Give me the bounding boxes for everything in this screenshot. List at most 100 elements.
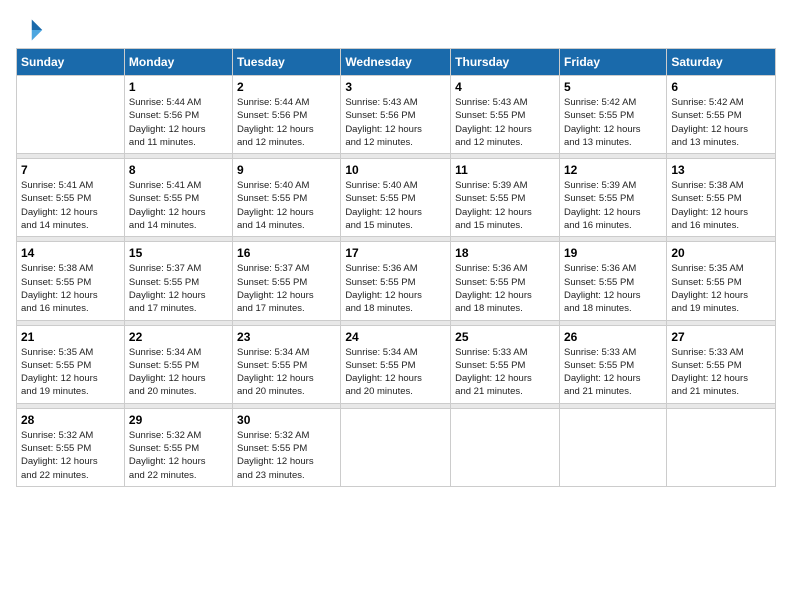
day-info: Sunrise: 5:32 AM Sunset: 5:55 PM Dayligh… — [237, 429, 336, 482]
calendar-cell: 25 Sunrise: 5:33 AM Sunset: 5:55 PM Dayli… — [451, 325, 560, 403]
day-info: Sunrise: 5:33 AM Sunset: 5:55 PM Dayligh… — [455, 346, 555, 399]
day-number: 4 — [455, 80, 555, 94]
header-cell-wednesday: Wednesday — [341, 49, 451, 76]
day-info: Sunrise: 5:32 AM Sunset: 5:55 PM Dayligh… — [129, 429, 228, 482]
calendar-cell: 30 Sunrise: 5:32 AM Sunset: 5:55 PM Dayli… — [233, 408, 341, 486]
header-cell-monday: Monday — [124, 49, 232, 76]
day-info: Sunrise: 5:36 AM Sunset: 5:55 PM Dayligh… — [455, 262, 555, 315]
calendar-cell: 15Sunrise: 5:37 AM Sunset: 5:55 PM Dayli… — [124, 242, 232, 320]
day-number: 9 — [237, 163, 336, 177]
header-cell-saturday: Saturday — [667, 49, 776, 76]
day-number: 2 — [237, 80, 336, 94]
day-number: 8 — [129, 163, 228, 177]
calendar-cell — [17, 76, 125, 154]
day-number: 14 — [21, 246, 120, 260]
day-info: Sunrise: 5:41 AM Sunset: 5:55 PM Dayligh… — [21, 179, 120, 232]
header-row: SundayMondayTuesdayWednesdayThursdayFrid… — [17, 49, 776, 76]
day-info: Sunrise: 5:43 AM Sunset: 5:56 PM Dayligh… — [345, 96, 446, 149]
week-row-3: 14 Sunrise: 5:38 AM Sunset: 5:55 PM Dayli… — [17, 242, 776, 320]
header-cell-friday: Friday — [559, 49, 666, 76]
header-cell-thursday: Thursday — [451, 49, 560, 76]
week-row-4: 21Sunrise: 5:35 AM Sunset: 5:55 PM Dayli… — [17, 325, 776, 403]
logo-icon — [16, 16, 44, 44]
calendar-cell: 6 Sunrise: 5:42 AM Sunset: 5:55 PM Daylig… — [667, 76, 776, 154]
day-info: Sunrise: 5:42 AM Sunset: 5:55 PM Dayligh… — [564, 96, 662, 149]
day-number: 20 — [671, 246, 771, 260]
calendar-cell: 1 Sunrise: 5:44 AM Sunset: 5:56 PM Daylig… — [124, 76, 232, 154]
day-number: 27 — [671, 330, 771, 344]
calendar-cell: 18 Sunrise: 5:36 AM Sunset: 5:55 PM Dayli… — [451, 242, 560, 320]
calendar-cell: 21Sunrise: 5:35 AM Sunset: 5:55 PM Dayli… — [17, 325, 125, 403]
day-info: Sunrise: 5:36 AM Sunset: 5:55 PM Dayligh… — [345, 262, 446, 315]
calendar-cell: 16 Sunrise: 5:37 AM Sunset: 5:55 PM Dayli… — [233, 242, 341, 320]
day-info: Sunrise: 5:35 AM Sunset: 5:55 PM Dayligh… — [671, 262, 771, 315]
day-info: Sunrise: 5:33 AM Sunset: 5:55 PM Dayligh… — [564, 346, 662, 399]
day-number: 3 — [345, 80, 446, 94]
calendar-cell: 8 Sunrise: 5:41 AM Sunset: 5:55 PM Daylig… — [124, 159, 232, 237]
day-info: Sunrise: 5:34 AM Sunset: 5:55 PM Dayligh… — [129, 346, 228, 399]
calendar-cell: 24 Sunrise: 5:34 AM Sunset: 5:55 PM Dayli… — [341, 325, 451, 403]
day-info: Sunrise: 5:40 AM Sunset: 5:55 PM Dayligh… — [237, 179, 336, 232]
day-info: Sunrise: 5:39 AM Sunset: 5:55 PM Dayligh… — [564, 179, 662, 232]
day-number: 13 — [671, 163, 771, 177]
day-number: 17 — [345, 246, 446, 260]
week-row-5: 28 Sunrise: 5:32 AM Sunset: 5:55 PM Dayli… — [17, 408, 776, 486]
day-info: Sunrise: 5:36 AM Sunset: 5:55 PM Dayligh… — [564, 262, 662, 315]
day-info: Sunrise: 5:41 AM Sunset: 5:55 PM Dayligh… — [129, 179, 228, 232]
calendar-cell: 13Sunrise: 5:38 AM Sunset: 5:55 PM Dayli… — [667, 159, 776, 237]
calendar-cell — [667, 408, 776, 486]
day-info: Sunrise: 5:44 AM Sunset: 5:56 PM Dayligh… — [237, 96, 336, 149]
page-header — [16, 16, 776, 44]
calendar-cell: 10 Sunrise: 5:40 AM Sunset: 5:55 PM Dayli… — [341, 159, 451, 237]
calendar-cell: 22Sunrise: 5:34 AM Sunset: 5:55 PM Dayli… — [124, 325, 232, 403]
day-info: Sunrise: 5:33 AM Sunset: 5:55 PM Dayligh… — [671, 346, 771, 399]
day-number: 1 — [129, 80, 228, 94]
logo — [16, 16, 48, 44]
calendar-cell: 19 Sunrise: 5:36 AM Sunset: 5:55 PM Dayli… — [559, 242, 666, 320]
day-number: 10 — [345, 163, 446, 177]
calendar-cell: 11 Sunrise: 5:39 AM Sunset: 5:55 PM Dayli… — [451, 159, 560, 237]
calendar-cell: 28 Sunrise: 5:32 AM Sunset: 5:55 PM Dayli… — [17, 408, 125, 486]
day-number: 6 — [671, 80, 771, 94]
day-info: Sunrise: 5:44 AM Sunset: 5:56 PM Dayligh… — [129, 96, 228, 149]
calendar-cell: 20 Sunrise: 5:35 AM Sunset: 5:55 PM Dayli… — [667, 242, 776, 320]
calendar-cell — [559, 408, 666, 486]
day-info: Sunrise: 5:32 AM Sunset: 5:55 PM Dayligh… — [21, 429, 120, 482]
calendar-cell: 4 Sunrise: 5:43 AM Sunset: 5:55 PM Daylig… — [451, 76, 560, 154]
day-number: 24 — [345, 330, 446, 344]
day-number: 18 — [455, 246, 555, 260]
day-info: Sunrise: 5:39 AM Sunset: 5:55 PM Dayligh… — [455, 179, 555, 232]
day-info: Sunrise: 5:42 AM Sunset: 5:55 PM Dayligh… — [671, 96, 771, 149]
day-info: Sunrise: 5:43 AM Sunset: 5:55 PM Dayligh… — [455, 96, 555, 149]
calendar-cell: 12 Sunrise: 5:39 AM Sunset: 5:55 PM Dayli… — [559, 159, 666, 237]
calendar-cell: 23Sunrise: 5:34 AM Sunset: 5:55 PM Dayli… — [233, 325, 341, 403]
day-info: Sunrise: 5:38 AM Sunset: 5:55 PM Dayligh… — [21, 262, 120, 315]
calendar-cell: 2 Sunrise: 5:44 AM Sunset: 5:56 PM Daylig… — [233, 76, 341, 154]
day-number: 23 — [237, 330, 336, 344]
day-number: 29 — [129, 413, 228, 427]
calendar-table: SundayMondayTuesdayWednesdayThursdayFrid… — [16, 48, 776, 487]
calendar-cell — [341, 408, 451, 486]
day-number: 28 — [21, 413, 120, 427]
day-number: 12 — [564, 163, 662, 177]
day-info: Sunrise: 5:37 AM Sunset: 5:55 PM Dayligh… — [237, 262, 336, 315]
day-info: Sunrise: 5:34 AM Sunset: 5:55 PM Dayligh… — [345, 346, 446, 399]
day-number: 5 — [564, 80, 662, 94]
day-number: 25 — [455, 330, 555, 344]
day-number: 16 — [237, 246, 336, 260]
day-number: 26 — [564, 330, 662, 344]
calendar-cell: 9 Sunrise: 5:40 AM Sunset: 5:55 PM Daylig… — [233, 159, 341, 237]
day-number: 19 — [564, 246, 662, 260]
calendar-cell: 14 Sunrise: 5:38 AM Sunset: 5:55 PM Dayli… — [17, 242, 125, 320]
calendar-cell: 5 Sunrise: 5:42 AM Sunset: 5:55 PM Daylig… — [559, 76, 666, 154]
calendar-cell: 27 Sunrise: 5:33 AM Sunset: 5:55 PM Dayli… — [667, 325, 776, 403]
calendar-cell: 26 Sunrise: 5:33 AM Sunset: 5:55 PM Dayli… — [559, 325, 666, 403]
week-row-2: 7 Sunrise: 5:41 AM Sunset: 5:55 PM Daylig… — [17, 159, 776, 237]
day-number: 30 — [237, 413, 336, 427]
day-info: Sunrise: 5:40 AM Sunset: 5:55 PM Dayligh… — [345, 179, 446, 232]
day-number: 11 — [455, 163, 555, 177]
day-info: Sunrise: 5:35 AM Sunset: 5:55 PM Dayligh… — [21, 346, 120, 399]
day-number: 15 — [129, 246, 228, 260]
header-cell-sunday: Sunday — [17, 49, 125, 76]
day-number: 7 — [21, 163, 120, 177]
